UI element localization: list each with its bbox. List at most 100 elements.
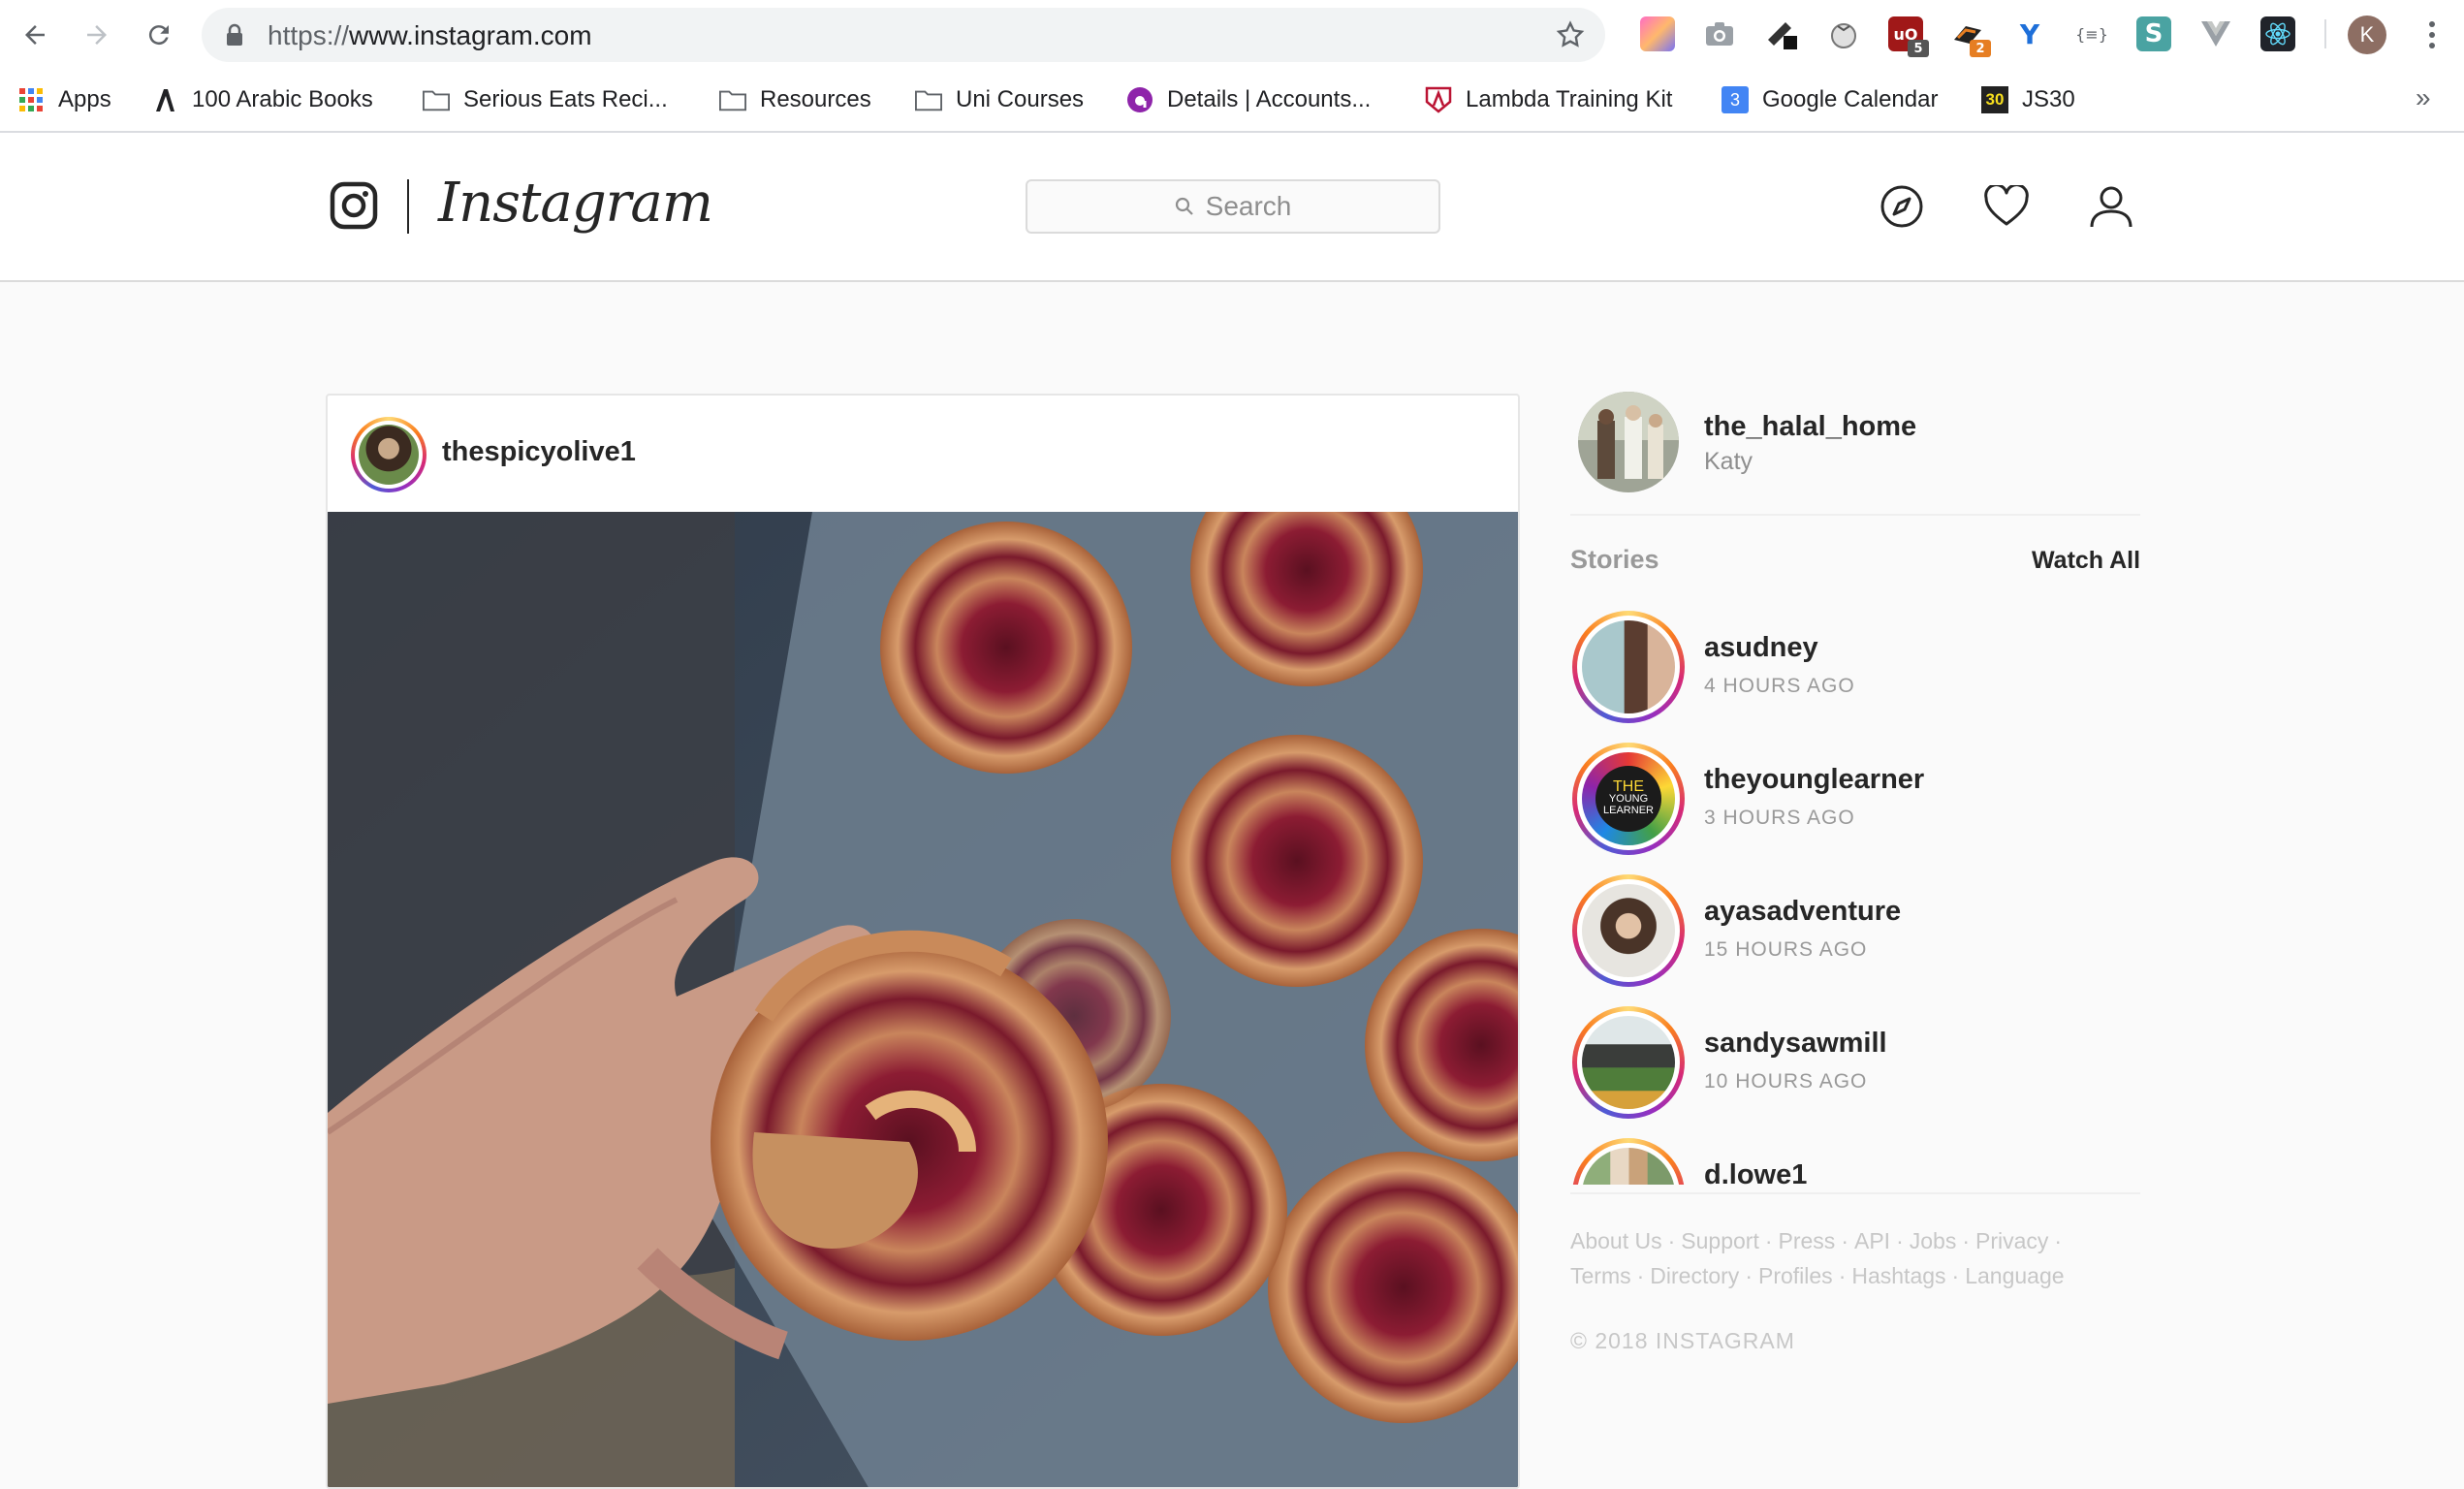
watch-all-button[interactable]: Watch All [2032,547,2140,575]
bookmark-details-accounts[interactable]: Details | Accounts... [1126,80,1371,119]
story-time: 4 HOURS AGO [1704,675,1855,697]
footer-link-language[interactable]: Language [1965,1263,2064,1288]
current-user-avatar[interactable] [1578,392,1679,492]
bookmark-js30[interactable]: 30 JS30 [1981,80,2075,119]
forward-arrow-icon [87,25,107,45]
footer-link-hashtags[interactable]: Hashtags [1851,1263,1945,1288]
vue-ext-icon[interactable] [2198,16,2233,51]
camera-ext-icon[interactable] [1702,16,1737,51]
reload-button[interactable] [138,14,180,56]
profile-user-icon[interactable] [2088,183,2134,230]
young-learner-logo: THE YOUNG LEARNER [1595,766,1661,832]
react-ext-icon[interactable] [2260,16,2295,51]
search-icon [1175,197,1193,215]
ublock-ext-icon[interactable]: uO 5 [1888,16,1929,57]
pen-ext-icon[interactable] [1764,16,1799,51]
instagram-wordmark[interactable]: Instagram [438,172,713,235]
accounts-logo-icon [1126,86,1153,113]
bookmark-label: Google Calendar [1762,86,1939,112]
story-time: 10 HOURS AGO [1704,1070,1868,1093]
lambda-shield-icon [1425,86,1452,113]
story-avatar-image [1582,884,1675,977]
bookmark-lambda-training-kit[interactable]: Lambda Training Kit [1425,80,1672,119]
footer-link-profiles[interactable]: Profiles [1758,1263,1833,1288]
bookmark-label: Resources [760,86,871,112]
story-item[interactable]: asudney 4 HOURS AGO [1570,603,2140,727]
story-item[interactable]: ayasadventure 15 HOURS AGO [1570,867,2140,991]
footer-link-privacy[interactable]: Privacy [1975,1228,2048,1253]
bookmark-label: Apps [58,86,111,112]
instagram-header: Instagram Search [0,133,2464,282]
stories-list: asudney 4 HOURS AGO THE YOUNG LEARNER th… [1570,593,2140,1185]
calendar-day: 3 [1729,89,1740,110]
sidebar-divider [1570,1192,2140,1194]
footer-link-jobs[interactable]: Jobs [1910,1228,1957,1253]
lock-icon [227,23,242,46]
bookmark-label: JS30 [2022,86,2075,112]
forward-button[interactable] [76,14,118,56]
s-ext-icon[interactable]: S [2136,16,2171,51]
bookmark-resources[interactable]: Resources [719,80,871,119]
gradient-ext-icon[interactable] [1640,16,1675,51]
story-item[interactable]: sandysawmill 10 HOURS AGO [1570,998,2140,1123]
instagram-camera-icon[interactable] [330,181,378,230]
profile-avatar[interactable]: K [2348,16,2386,54]
y-ext-icon[interactable]: Y [2012,16,2047,51]
story-ring [1572,611,1685,723]
footer-link-terms[interactable]: Terms [1570,1263,1631,1288]
post-avatar[interactable] [351,417,426,492]
story-username: ayasadventure [1704,896,1902,927]
story-ring [1572,1138,1685,1185]
bookmark-apps[interactable]: Apps [17,80,111,119]
story-item[interactable]: THE YOUNG LEARNER theyounglearner 3 HOUR… [1570,735,2140,859]
footer-links: About Us · Support · Press · API · Jobs · Privacy ·… [1570,1228,2065,1288]
explore-compass-icon[interactable] [1879,183,1925,230]
story-avatar-image: THE YOUNG LEARNER [1582,752,1675,845]
logo-divider [407,179,409,234]
footer-link-support[interactable]: Support [1681,1228,1759,1253]
sidebar-divider [1570,514,2140,516]
post-avatar-image [359,425,419,485]
url-host: www.instagram.com [349,20,592,50]
post-username[interactable]: thespicyolive1 [442,436,636,468]
footer-link-press[interactable]: Press [1779,1228,1836,1253]
back-arrow-icon [25,25,45,45]
browser-menu-icon[interactable] [2417,14,2447,56]
story-time: 15 HOURS AGO [1704,938,1868,961]
search-input[interactable]: Search [1026,179,1440,234]
address-bar[interactable]: https://www.instagram.com [202,8,1605,62]
story-item[interactable]: d.lowe1 [1570,1130,2140,1185]
js30-badge: 30 [1985,90,2005,109]
story-avatar-image [1582,620,1675,713]
folder-icon [915,86,942,113]
bookmark-label: Details | Accounts... [1167,86,1372,112]
bookmark-star-icon[interactable] [1555,19,1586,50]
apps-grid-icon [17,86,45,113]
current-username[interactable]: the_halal_home [1704,411,1916,443]
bookmark-serious-eats[interactable]: Serious Eats Reci... [423,80,668,119]
back-button[interactable] [14,14,56,56]
bookmark-google-calendar[interactable]: 3 Google Calendar [1722,80,1938,119]
footer-link-api[interactable]: API [1854,1228,1890,1253]
bookmarks-overflow-button[interactable]: » [2416,82,2431,113]
json-ext-icon[interactable]: {≡} [2074,16,2109,51]
story-username: theyounglearner [1704,764,1925,795]
current-full-name: Katy [1704,448,1753,475]
tomato-timer-ext-icon[interactable] [1826,16,1861,51]
bookmark-uni-courses[interactable]: Uni Courses [915,80,1084,119]
bookmark-label: 100 Arabic Books [192,86,373,112]
activity-heart-icon[interactable] [1983,183,2030,230]
feed-post: thespicyolive1 [326,394,1520,1489]
bookmark-100-arabic-books[interactable]: 100 Arabic Books [151,80,373,119]
footer-link-about[interactable]: About Us [1570,1228,1662,1253]
reload-icon [148,25,169,46]
search-placeholder: Search [1205,191,1292,221]
story-ring [1572,874,1685,987]
story-time: 3 HOURS AGO [1704,807,1855,829]
footer-link-directory[interactable]: Directory [1650,1263,1739,1288]
story-ring [1572,1006,1685,1119]
js30-icon: 30 [1981,86,2008,113]
url-scheme: https:// [268,20,350,50]
post-photo-pastries[interactable] [328,512,1518,1487]
fox-ext-icon[interactable]: 2 [1950,16,1991,57]
